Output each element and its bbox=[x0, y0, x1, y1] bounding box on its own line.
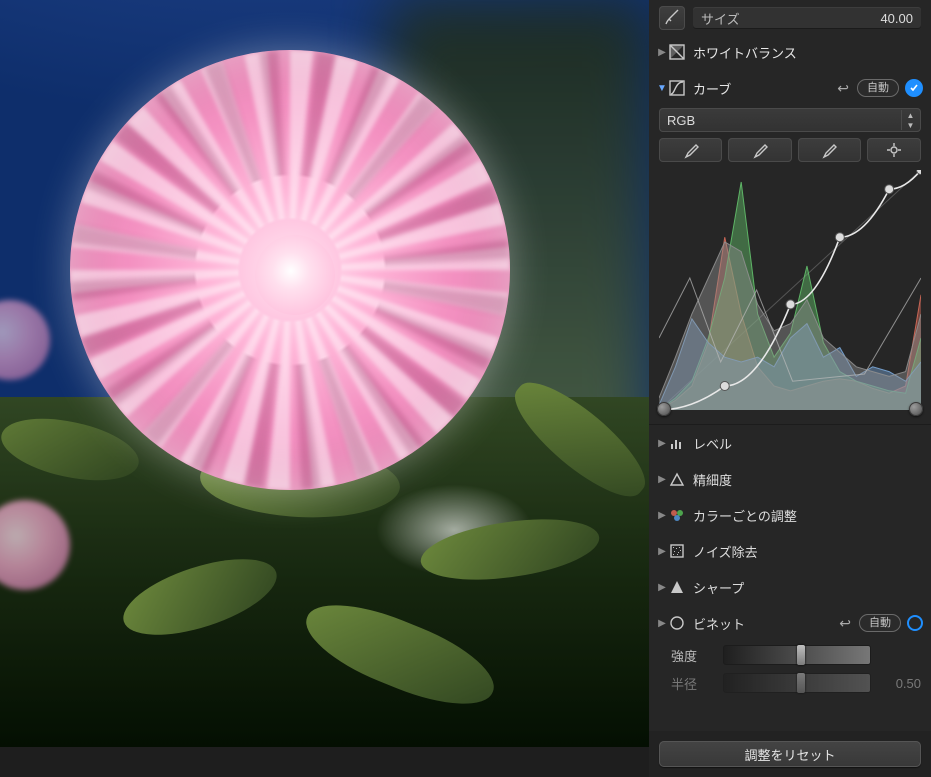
curves-undo-icon[interactable]: ↩︎ bbox=[833, 80, 853, 97]
curves-icon bbox=[667, 78, 687, 98]
section-curves[interactable]: ▼ カーブ ↩︎ 自動 bbox=[649, 70, 931, 106]
section-levels[interactable]: ▶ レベル bbox=[649, 425, 931, 461]
disclosure-icon: ▶ bbox=[657, 618, 667, 629]
vignette-undo-icon[interactable]: ↩︎ bbox=[835, 615, 855, 632]
vignette-icon bbox=[667, 613, 687, 633]
levels-label: レベル bbox=[687, 434, 923, 453]
adjustments-panel: サイズ 40.00 ▶ ホワイトバランス ▼ カーブ ↩︎ 自動 bbox=[649, 0, 931, 777]
reset-adjustments-button[interactable]: 調整をリセット bbox=[659, 741, 921, 767]
white-point-handle[interactable] bbox=[909, 402, 923, 416]
section-vignette[interactable]: ▶ ビネット ↩︎ 自動 bbox=[649, 605, 931, 641]
curves-enable-toggle[interactable] bbox=[905, 79, 923, 97]
vignette-radius-label: 半径 bbox=[671, 674, 717, 693]
disclosure-icon: ▶ bbox=[657, 438, 667, 449]
disclosure-icon: ▶ bbox=[657, 510, 667, 521]
target-point-button[interactable] bbox=[867, 138, 921, 162]
subject-flower bbox=[70, 50, 510, 490]
section-sharpen[interactable]: ▶ シャープ bbox=[649, 569, 931, 605]
brush-size-label: サイズ bbox=[701, 9, 740, 28]
levels-icon bbox=[667, 433, 687, 453]
vignette-label: ビネット bbox=[687, 614, 835, 633]
black-point-handle[interactable] bbox=[657, 402, 671, 416]
sharpen-icon bbox=[667, 577, 687, 597]
section-definition[interactable]: ▶ 精細度 bbox=[649, 461, 931, 497]
eyedropper-white-button[interactable] bbox=[798, 138, 861, 162]
white-balance-label: ホワイトバランス bbox=[687, 43, 923, 62]
curves-auto-button[interactable]: 自動 bbox=[857, 79, 899, 97]
vignette-intensity-slider[interactable] bbox=[723, 645, 871, 665]
curves-histogram[interactable] bbox=[659, 170, 921, 410]
definition-icon bbox=[667, 469, 687, 489]
eyedropper-black-button[interactable] bbox=[659, 138, 722, 162]
noise-label: ノイズ除去 bbox=[687, 542, 923, 561]
disclosure-icon: ▶ bbox=[657, 47, 667, 58]
selective-color-icon bbox=[667, 505, 687, 525]
disclosure-icon: ▶ bbox=[657, 546, 667, 557]
white-balance-icon bbox=[667, 42, 687, 62]
vignette-radius-row: 半径 0.50 bbox=[649, 669, 931, 697]
sharpen-label: シャープ bbox=[687, 578, 923, 597]
vignette-intensity-row: 強度 bbox=[649, 641, 931, 669]
section-selective-color[interactable]: ▶ カラーごとの調整 bbox=[649, 497, 931, 533]
section-white-balance[interactable]: ▶ ホワイトバランス bbox=[649, 34, 931, 70]
disclosure-icon: ▶ bbox=[657, 582, 667, 593]
noise-icon bbox=[667, 541, 687, 561]
section-noise[interactable]: ▶ ノイズ除去 bbox=[649, 533, 931, 569]
reset-adjustments-label: 調整をリセット bbox=[744, 745, 835, 764]
definition-label: 精細度 bbox=[687, 470, 923, 489]
brush-size-field[interactable]: サイズ 40.00 bbox=[693, 7, 921, 29]
vignette-radius-slider[interactable] bbox=[723, 673, 871, 693]
curves-channel-select[interactable]: RGB ▲▼ bbox=[659, 108, 921, 132]
vignette-radius-value: 0.50 bbox=[877, 676, 921, 691]
disclosure-open-icon: ▼ bbox=[657, 83, 667, 94]
disclosure-icon: ▶ bbox=[657, 474, 667, 485]
eyedropper-gray-button[interactable] bbox=[728, 138, 791, 162]
selective-color-label: カラーごとの調整 bbox=[687, 506, 923, 525]
brush-icon[interactable] bbox=[659, 6, 685, 30]
vignette-auto-button[interactable]: 自動 bbox=[859, 614, 901, 632]
vignette-intensity-label: 強度 bbox=[671, 646, 717, 665]
brush-size-value: 40.00 bbox=[880, 11, 913, 26]
image-preview[interactable] bbox=[0, 0, 649, 777]
curves-channel-value: RGB bbox=[667, 113, 695, 128]
vignette-enable-toggle[interactable] bbox=[907, 615, 923, 631]
curves-label: カーブ bbox=[687, 79, 833, 98]
select-stepper-icon[interactable]: ▲▼ bbox=[901, 110, 919, 130]
